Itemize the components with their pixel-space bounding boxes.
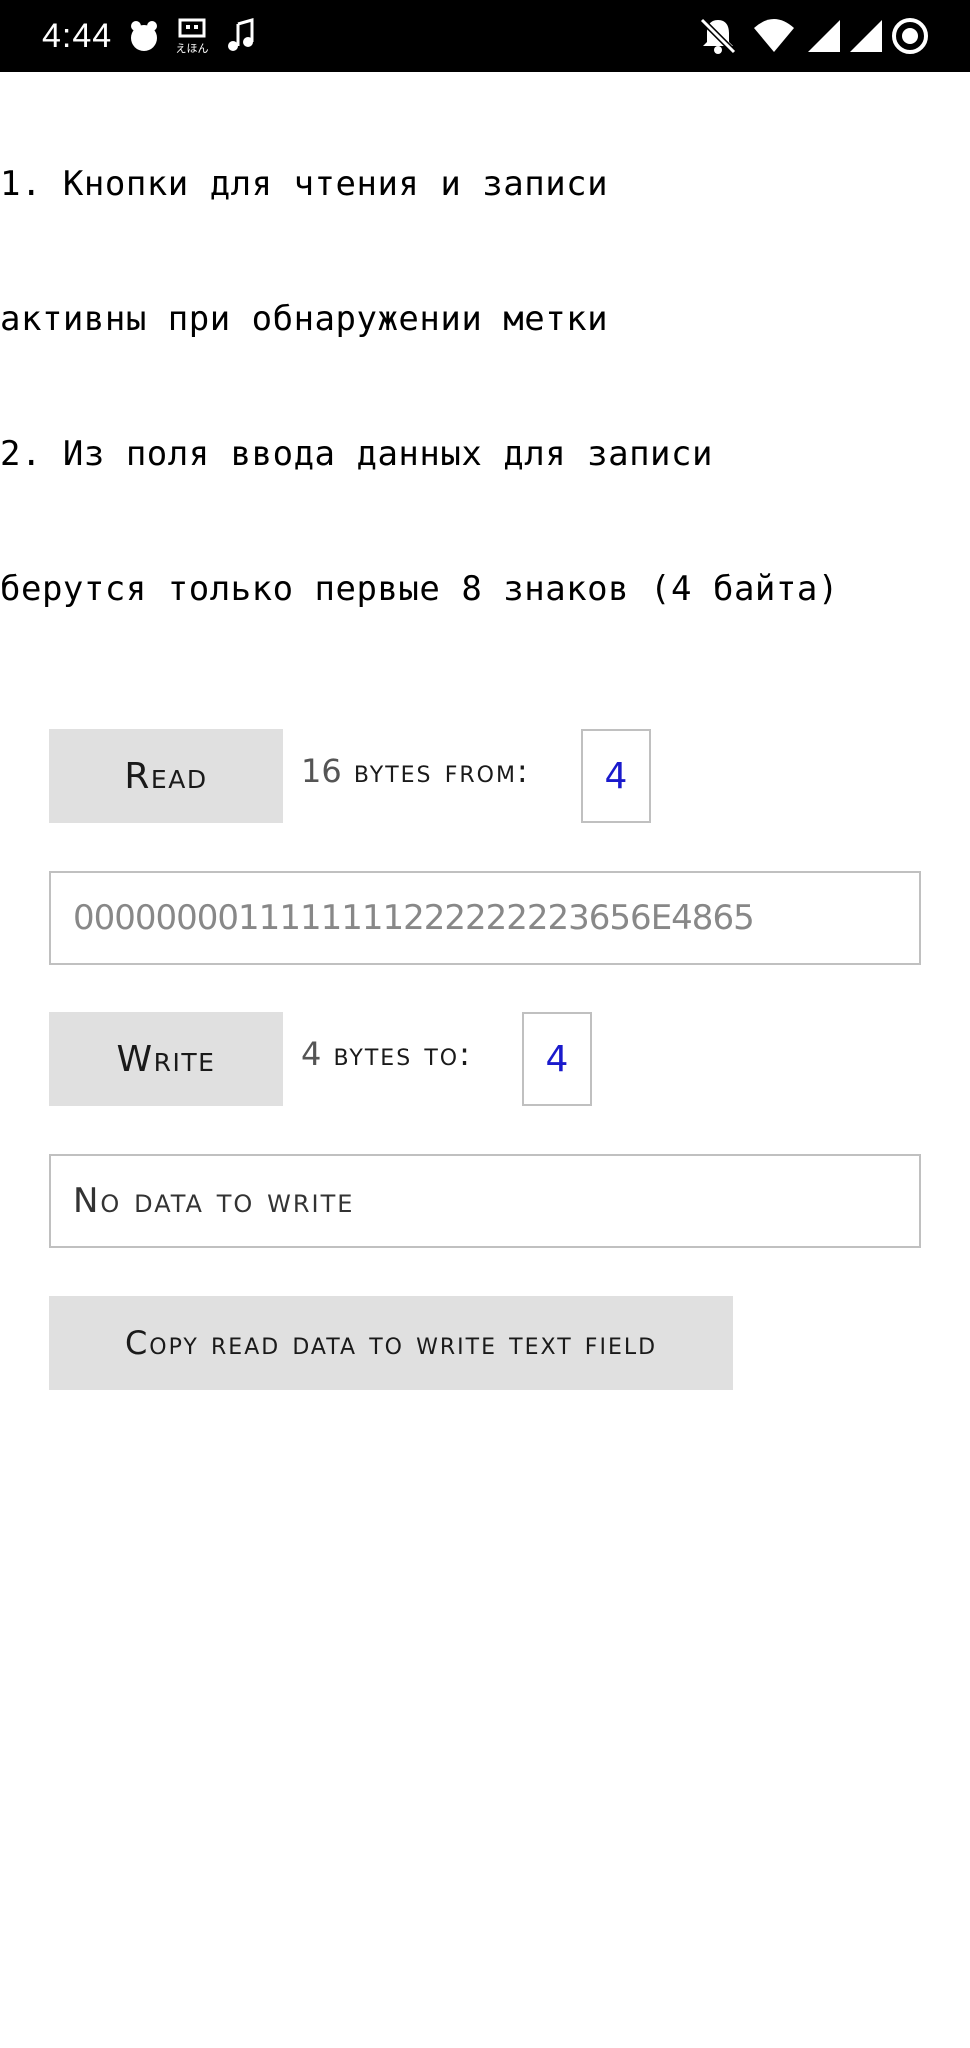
write-count: 4	[301, 1035, 322, 1073]
write-data-value: No data to write	[73, 1181, 355, 1221]
read-data-value: 0000000011111111222222223656E4865	[73, 898, 755, 938]
instruction-line: активны при обнаружении метки	[0, 299, 609, 339]
instruction-line: берутся только первые 8 знаков (4 байта)	[0, 569, 839, 609]
notifications-off-icon	[699, 17, 737, 55]
write-page-input[interactable]	[522, 1012, 592, 1106]
write-bytes-label: 4 bytes to:	[301, 1035, 501, 1085]
write-data-field[interactable]: No data to write	[49, 1154, 921, 1248]
svg-text:えほん: えほん	[176, 42, 209, 55]
status-time: 4:44	[42, 17, 113, 55]
read-count: 16	[301, 752, 342, 790]
app-notification-icon	[131, 21, 157, 51]
signal-icon	[808, 20, 840, 52]
signal-icon	[850, 20, 882, 52]
sync-icon	[892, 18, 928, 54]
music-note-icon	[228, 18, 254, 51]
read-button[interactable]: Read	[49, 729, 283, 823]
instructions-text: 1. Кнопки для чтения и записи активны пр…	[0, 72, 970, 657]
app-notification-icon: えほん	[176, 18, 209, 55]
copy-read-to-write-button[interactable]: Copy read data to write text field	[49, 1296, 733, 1390]
write-button[interactable]: Write	[49, 1012, 283, 1106]
instruction-line: 2. Из поля ввода данных для записи	[0, 434, 713, 474]
instruction-line: 1. Кнопки для чтения и записи	[0, 164, 609, 204]
wifi-icon	[754, 19, 794, 52]
read-data-field[interactable]: 0000000011111111222222223656E4865	[49, 871, 921, 965]
read-bytes-suffix: bytes from:	[353, 752, 530, 790]
read-bytes-label: 16 bytes from:	[301, 752, 561, 802]
status-bar: 4:44 えほん	[0, 0, 970, 72]
write-bytes-suffix: bytes to:	[333, 1035, 472, 1073]
read-page-input[interactable]	[581, 729, 651, 823]
